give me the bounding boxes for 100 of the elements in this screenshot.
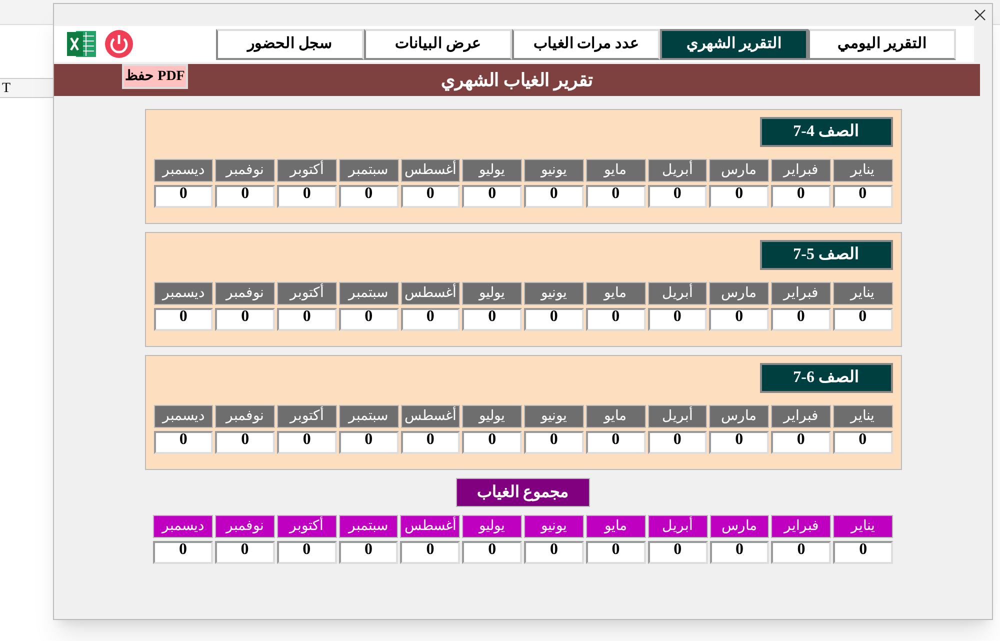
tab[interactable]: سجل الحضور (216, 28, 364, 60)
value-cell: 0 (215, 308, 275, 331)
value-cell: 0 (648, 185, 708, 208)
value-cell: 0 (277, 431, 337, 454)
value-cell: 0 (462, 541, 522, 564)
pdf-button[interactable]: حفظ PDF (122, 64, 188, 89)
month-header: مارس (709, 405, 769, 428)
month-header: يناير (832, 282, 892, 305)
month-header: سبتمبر (338, 515, 398, 538)
month-header: ديسمبر (154, 282, 214, 305)
month-header: مايو (586, 405, 646, 428)
value-cell: 0 (153, 541, 213, 564)
month-header: مارس (709, 282, 769, 305)
month-header: يوليو (462, 282, 522, 305)
value-cell: 0 (709, 431, 769, 454)
month-header: نوفمبر (215, 159, 275, 182)
value-cell: 0 (276, 541, 337, 564)
value-cell: 0 (710, 541, 770, 564)
class-label: الصف 5-7 (760, 240, 892, 270)
value-cell: 0 (771, 541, 832, 564)
value-cell: 0 (586, 541, 646, 564)
month-header: يوليو (462, 515, 522, 538)
class-label: الصف 4-7 (760, 117, 892, 147)
value-cell: 0 (400, 185, 460, 208)
value-cell: 0 (648, 541, 708, 564)
month-header: مارس (709, 159, 769, 182)
month-header: مايو (586, 515, 646, 538)
value-cell: 0 (524, 308, 584, 331)
value-cell: 0 (277, 308, 337, 331)
value-cell: 0 (586, 431, 646, 454)
month-header: سبتمبر (338, 405, 398, 428)
report-title: تقرير الغياب الشهري (441, 68, 593, 93)
value-cell: 0 (586, 185, 646, 208)
value-cell: 0 (215, 185, 275, 208)
month-header: يونيو (524, 159, 584, 182)
value-cell: 0 (462, 185, 522, 208)
power-icon[interactable] (104, 29, 134, 59)
value-cell: 0 (771, 431, 831, 454)
month-header: مايو (586, 282, 646, 305)
month-header: فبراير (771, 159, 831, 182)
value-cell: 0 (586, 308, 646, 331)
month-header: نوفمبر (214, 515, 275, 538)
class-label: الصف 6-7 (760, 363, 892, 393)
tab[interactable]: عرض البيانات (364, 28, 512, 60)
tab[interactable]: التقرير اليومي (808, 28, 956, 60)
value-cell: 0 (709, 308, 769, 331)
month-header: أكتوبر (277, 405, 337, 428)
month-header: أغسطس (400, 515, 460, 538)
value-cell: 0 (833, 541, 893, 564)
value-cell: 0 (154, 431, 214, 454)
month-header: فبراير (771, 515, 832, 538)
month-header: أكتوبر (277, 159, 337, 182)
month-header: أبريل (648, 405, 708, 428)
month-header: نوفمبر (215, 282, 275, 305)
month-header: يوليو (462, 405, 522, 428)
value-cell: 0 (338, 431, 398, 454)
column-header: T (1, 80, 11, 98)
month-header: سبتمبر (338, 159, 398, 182)
month-header: مايو (586, 159, 646, 182)
spreadsheet-icon[interactable] (66, 28, 98, 60)
month-header: يونيو (524, 405, 584, 428)
month-header: يناير (832, 159, 892, 182)
month-header: أغسطس (400, 405, 460, 428)
close-button[interactable] (972, 7, 988, 23)
value-cell: 0 (338, 308, 398, 331)
value-cell: 0 (462, 431, 522, 454)
month-header: أكتوبر (276, 515, 337, 538)
value-cell: 0 (400, 308, 460, 331)
month-header: مارس (710, 515, 770, 538)
month-header: يوليو (462, 159, 522, 182)
value-cell: 0 (832, 431, 892, 454)
month-header: أغسطس (400, 282, 460, 305)
month-header: أبريل (648, 159, 708, 182)
value-cell: 0 (462, 308, 522, 331)
value-cell: 0 (524, 185, 584, 208)
value-cell: 0 (214, 541, 275, 564)
value-cell: 0 (524, 541, 584, 564)
value-cell: 0 (832, 185, 892, 208)
month-header: يونيو (524, 282, 584, 305)
tab[interactable]: التقرير الشهري (660, 28, 808, 60)
value-cell: 0 (215, 431, 275, 454)
month-header: يونيو (524, 515, 584, 538)
value-cell: 0 (338, 541, 398, 564)
month-header: فبراير (771, 282, 831, 305)
month-header: سبتمبر (338, 282, 398, 305)
value-cell: 0 (648, 431, 708, 454)
value-cell: 0 (709, 185, 769, 208)
tab[interactable]: عدد مرات الغياب (512, 28, 660, 60)
month-header: أبريل (648, 282, 708, 305)
month-header: نوفمبر (215, 405, 275, 428)
value-cell: 0 (154, 185, 214, 208)
month-header: ديسمبر (154, 405, 214, 428)
value-cell: 0 (771, 185, 831, 208)
value-cell: 0 (338, 185, 398, 208)
month-header: أكتوبر (277, 282, 337, 305)
month-header: يناير (833, 515, 893, 538)
value-cell: 0 (771, 308, 831, 331)
value-cell: 0 (524, 431, 584, 454)
month-header: أغسطس (400, 159, 460, 182)
month-header: ديسمبر (153, 515, 213, 538)
